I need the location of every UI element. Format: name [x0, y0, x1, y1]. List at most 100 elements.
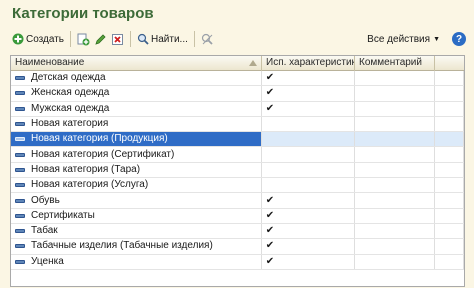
comment-cell[interactable]: [355, 147, 435, 162]
sort-ascending-icon: [249, 60, 257, 66]
name-cell[interactable]: Обувь: [11, 193, 262, 208]
characteristics-cell[interactable]: [262, 178, 355, 193]
category-name: Новая категория: [31, 118, 109, 130]
find-label: Найти...: [151, 33, 188, 45]
category-item-icon: [15, 244, 25, 249]
category-item-icon: [15, 122, 25, 127]
filler-cell: [435, 223, 464, 239]
delete-icon: [112, 33, 124, 45]
checkmark-icon: ✔: [265, 102, 275, 114]
comment-cell[interactable]: [355, 162, 435, 178]
category-name: Сертификаты: [31, 209, 95, 221]
characteristics-cell[interactable]: ✔: [262, 193, 355, 208]
categories-table: Наименование Исп. характеристики Коммент…: [10, 55, 465, 287]
comment-cell[interactable]: [355, 86, 435, 101]
search-icon: [137, 33, 149, 45]
filler-cell: [435, 116, 464, 132]
comment-cell[interactable]: [355, 71, 435, 86]
category-item-icon: [15, 106, 25, 111]
table-row[interactable]: Новая категория (Сертификат): [11, 147, 464, 163]
table-row[interactable]: Уценка ✔: [11, 254, 464, 270]
characteristics-cell[interactable]: [262, 132, 355, 147]
table-row[interactable]: Мужская одежда ✔: [11, 101, 464, 117]
find-button[interactable]: Найти...: [135, 30, 190, 48]
pencil-icon: [95, 33, 106, 45]
name-cell[interactable]: Табак: [11, 223, 262, 239]
table-row[interactable]: Новая категория: [11, 116, 464, 133]
chevron-down-icon: ▼: [433, 35, 440, 43]
filler-cell: [435, 193, 464, 208]
all-actions-menu[interactable]: Все действия ▼: [363, 30, 442, 48]
table-row[interactable]: Новая категория (Услуга): [11, 178, 464, 194]
characteristics-cell[interactable]: ✔: [262, 71, 355, 86]
name-cell[interactable]: Новая категория (Услуга): [11, 178, 262, 193]
characteristics-cell[interactable]: ✔: [262, 86, 355, 101]
table-row[interactable]: Обувь ✔: [11, 193, 464, 209]
characteristics-cell[interactable]: [262, 162, 355, 178]
category-name: Новая категория (Продукция): [31, 133, 168, 145]
comment-cell[interactable]: [355, 208, 435, 223]
category-name: Новая категория (Услуга): [31, 179, 149, 191]
comment-cell[interactable]: [355, 132, 435, 147]
category-item-icon: [15, 259, 25, 264]
create-label: Создать: [26, 33, 65, 45]
copy-button[interactable]: [75, 30, 92, 48]
characteristics-cell[interactable]: [262, 116, 355, 132]
comment-cell[interactable]: [355, 223, 435, 239]
create-button[interactable]: Создать: [10, 30, 66, 48]
name-cell[interactable]: Новая категория: [11, 116, 262, 132]
column-header-filler: [435, 56, 464, 71]
category-item-icon: [15, 167, 25, 172]
name-cell[interactable]: Мужская одежда: [11, 101, 262, 116]
column-header-name-label: Наименование: [15, 57, 85, 68]
name-cell[interactable]: Женская одежда: [11, 86, 262, 101]
category-item-icon: [15, 183, 25, 188]
name-cell[interactable]: Новая категория (Сертификат): [11, 147, 262, 162]
characteristics-cell[interactable]: ✔: [262, 101, 355, 116]
table-row[interactable]: Сертификаты ✔: [11, 208, 464, 224]
category-name: Табак: [31, 225, 58, 237]
category-name: Детская одежда: [31, 72, 106, 84]
table-row[interactable]: Новая категория (Продукция): [11, 132, 464, 148]
characteristics-cell[interactable]: ✔: [262, 239, 355, 254]
comment-cell[interactable]: [355, 193, 435, 208]
filler-cell: [435, 132, 464, 147]
name-cell[interactable]: Новая категория (Продукция): [11, 132, 262, 147]
table-row[interactable]: Новая категория (Тара): [11, 162, 464, 179]
edit-button[interactable]: [92, 30, 109, 48]
name-cell[interactable]: Детская одежда: [11, 71, 262, 86]
table-row[interactable]: Табак ✔: [11, 223, 464, 240]
comment-cell[interactable]: [355, 254, 435, 269]
characteristics-cell[interactable]: ✔: [262, 223, 355, 239]
category-name: Новая категория (Тара): [31, 163, 141, 175]
table-body: Детская одежда ✔ Женская одежда ✔ Мужская од…: [11, 71, 464, 270]
filler-cell: [435, 101, 464, 116]
cancel-search-button[interactable]: [199, 30, 216, 48]
characteristics-cell[interactable]: [262, 147, 355, 162]
category-item-icon: [15, 213, 25, 218]
toolbar: Создать Найти... Все действия ▼ ?: [10, 29, 466, 49]
column-header-comment[interactable]: Комментарий: [355, 56, 435, 71]
table-row[interactable]: Табачные изделия (Табачные изделия) ✔: [11, 239, 464, 255]
characteristics-cell[interactable]: ✔: [262, 254, 355, 269]
comment-cell[interactable]: [355, 239, 435, 254]
checkmark-icon: ✔: [265, 194, 275, 206]
name-cell[interactable]: Уценка: [11, 254, 262, 269]
comment-cell[interactable]: [355, 178, 435, 193]
table-row[interactable]: Детская одежда ✔: [11, 71, 464, 87]
column-header-name[interactable]: Наименование: [11, 56, 262, 71]
name-cell[interactable]: Сертификаты: [11, 208, 262, 223]
page-title: Категории товаров: [12, 5, 154, 22]
comment-cell[interactable]: [355, 101, 435, 116]
help-button[interactable]: ?: [452, 32, 466, 46]
name-cell[interactable]: Табачные изделия (Табачные изделия): [11, 239, 262, 254]
table-row[interactable]: Женская одежда ✔: [11, 86, 464, 102]
delete-button[interactable]: [109, 30, 126, 48]
comment-cell[interactable]: [355, 116, 435, 132]
characteristics-cell[interactable]: ✔: [262, 208, 355, 223]
column-header-characteristics-label: Исп. характеристики: [266, 57, 355, 68]
checkmark-icon: ✔: [265, 209, 275, 221]
filler-cell: [435, 162, 464, 178]
name-cell[interactable]: Новая категория (Тара): [11, 162, 262, 178]
column-header-characteristics[interactable]: Исп. характеристики: [262, 56, 355, 71]
